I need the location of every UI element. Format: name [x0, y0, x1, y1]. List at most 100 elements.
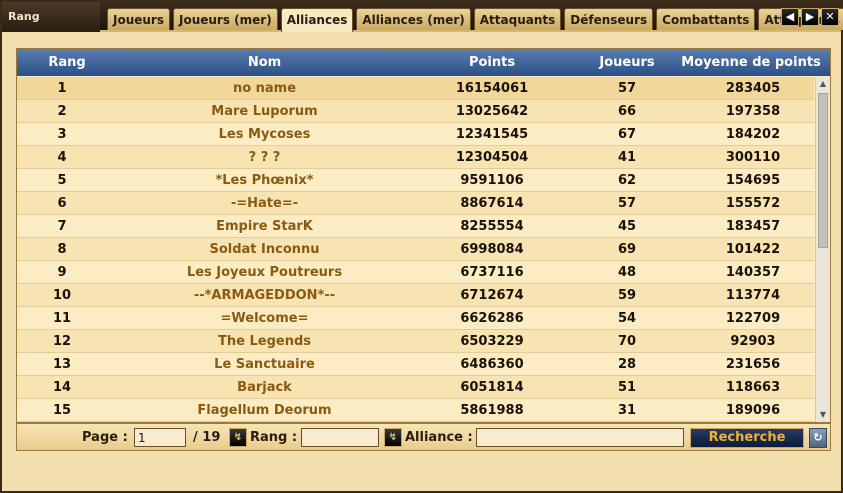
points-cell: 5861988 [460, 403, 524, 418]
rank-label: Rang : [250, 430, 298, 445]
search-footer: Page : / 19 ↯ Rang : ↯ Alliance : Recher… [16, 423, 831, 451]
search-button[interactable]: Recherche [690, 428, 804, 448]
prev-tab-icon[interactable]: ◀ [781, 8, 799, 26]
average-cell: 155572 [725, 196, 781, 211]
average-cell: 113774 [725, 288, 781, 303]
name-cell[interactable]: ? ? ? [107, 150, 422, 165]
table-row[interactable]: 4 ? ? ? 12304504 41 300110 [17, 146, 814, 169]
name-cell[interactable]: Les Joyeux Poutreurs [107, 265, 422, 280]
rank-cell: 8 [57, 242, 67, 257]
rank-cell: 14 [52, 380, 72, 395]
tab-joueurs[interactable]: Joueurs [107, 8, 170, 30]
table-row[interactable]: 5 *Les Phœnix* 9591106 62 154695 [17, 169, 814, 192]
table-row[interactable]: 11 =Welcome= 6626286 54 122709 [17, 307, 814, 330]
rank-cell: 6 [57, 196, 67, 211]
rank-cell: 1 [57, 81, 67, 96]
close-icon[interactable]: ✕ [821, 8, 839, 26]
table-row[interactable]: 9 Les Joyeux Poutreurs 6737116 48 140357 [17, 261, 814, 284]
points-cell: 6626286 [460, 311, 524, 326]
table-row[interactable]: 14 Barjack 6051814 51 118663 [17, 376, 814, 399]
header-average[interactable]: Moyenne de points [667, 55, 835, 70]
rank-cell: 9 [57, 265, 67, 280]
go-rank-icon[interactable]: ↯ [384, 428, 402, 447]
average-cell: 118663 [725, 380, 781, 395]
rank-cell: 15 [52, 403, 72, 418]
page-input[interactable] [134, 428, 186, 447]
players-cell: 69 [617, 242, 637, 257]
table-row[interactable]: 13 Le Sanctuaire 6486360 28 231656 [17, 353, 814, 376]
header-rank[interactable]: Rang [17, 55, 117, 70]
rank-cell: 12 [52, 334, 72, 349]
tab-alliances[interactable]: Alliances [280, 8, 354, 32]
tab-bar: Joueurs Joueurs (mer) Alliances Alliance… [107, 8, 843, 32]
points-cell: 12304504 [455, 150, 529, 165]
scrollbar[interactable]: ▲ ▼ [815, 77, 830, 422]
header-name[interactable]: Nom [107, 55, 422, 70]
table-row[interactable]: 2 Mare Luporum 13025642 66 197358 [17, 100, 814, 123]
points-cell: 16154061 [455, 81, 529, 96]
page-label: Page : [82, 430, 128, 445]
name-cell[interactable]: *Les Phœnix* [107, 173, 422, 188]
table-row[interactable]: 15 Flagellum Deorum 5861988 31 189096 [17, 399, 814, 422]
rank-cell: 7 [57, 219, 67, 234]
name-cell[interactable]: The Legends [107, 334, 422, 349]
refresh-icon[interactable]: ↻ [809, 428, 827, 448]
name-cell[interactable]: Mare Luporum [107, 104, 422, 119]
name-cell[interactable]: no name [107, 81, 422, 96]
scroll-down-icon[interactable]: ▼ [816, 408, 830, 422]
alliance-label: Alliance : [405, 430, 473, 445]
table-row[interactable]: 3 Les Mycoses 12341545 67 184202 [17, 123, 814, 146]
ranking-panel: Rang Nom Points Joueurs Moyenne de point… [16, 48, 831, 423]
tab-nav: ◀ ▶ ✕ [779, 8, 839, 26]
table-row[interactable]: 7 Empire StarK 8255554 45 183457 [17, 215, 814, 238]
name-cell[interactable]: Flagellum Deorum [107, 403, 422, 418]
table-row[interactable]: 12 The Legends 6503229 70 92903 [17, 330, 814, 353]
table-row[interactable]: 1 no name 16154061 57 283405 [17, 77, 814, 100]
name-cell[interactable]: Soldat Inconnu [107, 242, 422, 257]
tab-alliances-mer[interactable]: Alliances (mer) [356, 8, 471, 30]
average-cell: 101422 [725, 242, 781, 257]
points-cell: 6737116 [460, 265, 524, 280]
points-cell: 12341545 [455, 127, 529, 142]
tab-defenseurs[interactable]: Défenseurs [564, 8, 654, 30]
tab-joueurs-mer[interactable]: Joueurs (mer) [173, 8, 278, 30]
players-cell: 54 [617, 311, 637, 326]
window-title: Rang [2, 2, 100, 32]
average-cell: 197358 [725, 104, 781, 119]
name-cell[interactable]: --*ARMAGEDDON*-- [107, 288, 422, 303]
rank-cell: 2 [57, 104, 67, 119]
points-cell: 13025642 [455, 104, 529, 119]
table-body: 1 no name 16154061 57 283405 2 Mare Luporum 130… [17, 77, 814, 422]
average-cell: 300110 [725, 150, 781, 165]
go-page-icon[interactable]: ↯ [229, 428, 247, 447]
name-cell[interactable]: =Welcome= [107, 311, 422, 326]
points-cell: 8867614 [460, 196, 524, 211]
players-cell: 66 [617, 104, 637, 119]
players-cell: 57 [617, 196, 637, 211]
scroll-thumb[interactable] [818, 93, 828, 248]
scroll-up-icon[interactable]: ▲ [816, 77, 830, 91]
name-cell[interactable]: Le Sanctuaire [107, 357, 422, 372]
points-cell: 9591106 [460, 173, 524, 188]
players-cell: 51 [617, 380, 637, 395]
name-cell[interactable]: Barjack [107, 380, 422, 395]
players-cell: 48 [617, 265, 637, 280]
points-cell: 6051814 [460, 380, 524, 395]
tab-attaquants[interactable]: Attaquants [473, 8, 562, 30]
next-tab-icon[interactable]: ▶ [801, 8, 819, 26]
rank-cell: 5 [57, 173, 67, 188]
rank-input[interactable] [301, 428, 379, 447]
name-cell[interactable]: -=Hate=- [107, 196, 422, 211]
alliance-input[interactable] [476, 428, 684, 447]
table-row[interactable]: 8 Soldat Inconnu 6998084 69 101422 [17, 238, 814, 261]
table-row[interactable]: 10 --*ARMAGEDDON*-- 6712674 59 113774 [17, 284, 814, 307]
name-cell[interactable]: Les Mycoses [107, 127, 422, 142]
players-cell: 28 [617, 357, 637, 372]
players-cell: 31 [617, 403, 637, 418]
average-cell: 154695 [725, 173, 781, 188]
table-row[interactable]: 6 -=Hate=- 8867614 57 155572 [17, 192, 814, 215]
tab-combattants[interactable]: Combattants [656, 8, 756, 30]
name-cell[interactable]: Empire StarK [107, 219, 422, 234]
average-cell: 92903 [730, 334, 776, 349]
header-points[interactable]: Points [422, 55, 562, 70]
